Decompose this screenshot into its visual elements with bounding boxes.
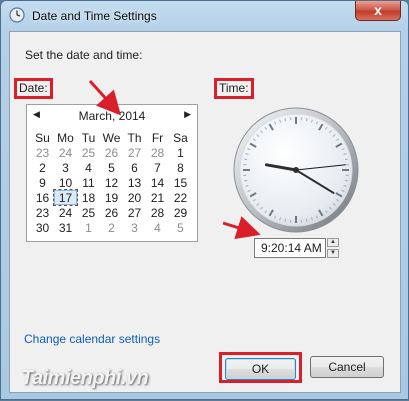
calendar-day[interactable]: 31 (54, 220, 77, 235)
page-title: Set the date and time: (25, 48, 142, 62)
weekday-label: Th (123, 130, 146, 145)
calendar-day[interactable]: 25 (77, 205, 100, 220)
calendar-day[interactable]: 10 (54, 175, 77, 190)
calendar-day[interactable]: 25 (77, 145, 100, 160)
calendar: ◀ March, 2014 ▶ SuMoTuWeThFrSa2324252627… (26, 104, 198, 242)
dialog-body: Set the date and time: Date: Time: ◀ Mar… (9, 31, 401, 393)
spin-down-icon[interactable]: ▼ (327, 249, 339, 258)
clock-tick (285, 118, 286, 121)
calendar-day[interactable]: 18 (77, 190, 100, 205)
watermark-logo: Taimienphi.vn (21, 367, 148, 390)
calendar-day[interactable]: 23 (31, 205, 54, 220)
close-icon: x (374, 2, 382, 18)
clock-tick (285, 219, 286, 222)
calendar-week-row: 303112345 (31, 220, 192, 235)
weekday-label: Su (31, 130, 54, 145)
calendar-day[interactable]: 21 (146, 190, 169, 205)
weekday-header-row: SuMoTuWeThFrSa (31, 130, 192, 145)
window-title: Date and Time Settings (32, 9, 157, 23)
date-time-settings-window: Date and Time Settings x Set the date an… (0, 0, 409, 400)
time-input[interactable]: 9:20:14 AM (254, 238, 326, 258)
calendar-day[interactable]: 1 (169, 145, 192, 160)
calendar-week-row: 2324252627281 (31, 145, 192, 160)
cancel-button[interactable]: Cancel (310, 356, 384, 378)
time-label: Time: (214, 78, 254, 99)
calendar-day[interactable]: 11 (77, 175, 100, 190)
change-calendar-settings-link[interactable]: Change calendar settings (24, 332, 160, 346)
calendar-week-row: 2345678 (31, 160, 192, 175)
calendar-week-row: 16171819202122 (31, 190, 192, 205)
weekday-label: Mo (54, 130, 77, 145)
calendar-day[interactable]: 7 (146, 160, 169, 175)
title-bar[interactable]: Date and Time Settings x (1, 1, 409, 31)
calendar-day[interactable]: 3 (54, 160, 77, 175)
ok-button[interactable]: OK (225, 358, 296, 380)
clock-tick (345, 159, 348, 160)
weekday-label: Sa (169, 130, 192, 145)
weekday-label: Tu (77, 130, 100, 145)
calendar-day[interactable]: 24 (54, 205, 77, 220)
calendar-day[interactable]: 8 (169, 160, 192, 175)
calendar-grid: SuMoTuWeThFrSa23242526272812345678910111… (31, 130, 192, 235)
calendar-day[interactable]: 27 (123, 205, 146, 220)
calendar-day[interactable]: 26 (100, 145, 123, 160)
calendar-day[interactable]: 19 (100, 190, 123, 205)
time-spinner[interactable]: ▲ ▼ (327, 238, 339, 258)
clock-center (293, 167, 299, 173)
calendar-day[interactable]: 12 (100, 175, 123, 190)
calendar-day[interactable]: 28 (146, 205, 169, 220)
clock-tick (244, 159, 247, 160)
clock-tick (345, 180, 348, 181)
calendar-day[interactable]: 3 (123, 220, 146, 235)
analog-clock (230, 104, 362, 236)
calendar-day[interactable]: 4 (146, 220, 169, 235)
calendar-day[interactable]: 27 (123, 145, 146, 160)
next-month-arrow-icon[interactable]: ▶ (184, 109, 191, 120)
calendar-day[interactable]: 26 (100, 205, 123, 220)
calendar-day[interactable]: 30 (31, 220, 54, 235)
calendar-day[interactable]: 1 (77, 220, 100, 235)
calendar-day[interactable]: 23 (31, 145, 54, 160)
calendar-day[interactable]: 2 (100, 220, 123, 235)
weekday-label: Fr (146, 130, 169, 145)
calendar-day[interactable]: 5 (100, 160, 123, 175)
calendar-day[interactable]: 20 (123, 190, 146, 205)
clock-app-icon (9, 7, 25, 23)
ok-highlight-box: OK (219, 352, 302, 383)
calendar-day[interactable]: 22 (169, 190, 192, 205)
calendar-day[interactable]: 15 (169, 175, 192, 190)
calendar-day-selected[interactable]: 17 (54, 190, 77, 205)
close-button[interactable]: x (355, 1, 401, 21)
calendar-header: ◀ March, 2014 ▶ (27, 105, 197, 127)
calendar-day[interactable]: 2 (31, 160, 54, 175)
calendar-week-row: 23242526272829 (31, 205, 192, 220)
calendar-day[interactable]: 24 (54, 145, 77, 160)
calendar-day[interactable]: 28 (146, 145, 169, 160)
clock-tick (306, 118, 307, 121)
calendar-day[interactable]: 14 (146, 175, 169, 190)
calendar-day[interactable]: 6 (123, 160, 146, 175)
spin-up-icon[interactable]: ▲ (327, 238, 339, 247)
clock-tick (306, 219, 307, 222)
calendar-day[interactable]: 4 (77, 160, 100, 175)
calendar-day[interactable]: 5 (169, 220, 192, 235)
calendar-day[interactable]: 13 (123, 175, 146, 190)
calendar-month-title[interactable]: March, 2014 (27, 109, 197, 123)
clock-tick (244, 180, 247, 181)
calendar-day[interactable]: 9 (31, 175, 54, 190)
date-label: Date: (14, 78, 53, 99)
calendar-week-row: 9101112131415 (31, 175, 192, 190)
calendar-day[interactable]: 29 (169, 205, 192, 220)
calendar-day[interactable]: 16 (31, 190, 54, 205)
weekday-label: We (100, 130, 123, 145)
